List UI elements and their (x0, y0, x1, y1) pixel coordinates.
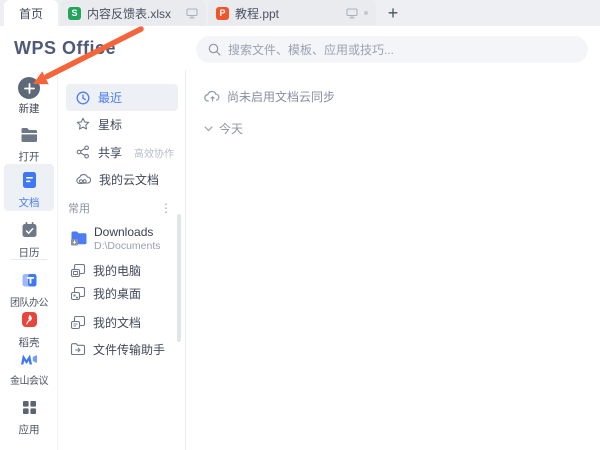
file-transfer-icon (70, 342, 86, 356)
meeting-icon (20, 352, 38, 366)
sidebar-scrollbar[interactable] (177, 214, 181, 342)
main-content: 尚未启用文档云同步 今天 (186, 70, 600, 450)
my-desktop-label: 我的桌面 (93, 285, 141, 302)
sidebar-item-shared[interactable]: 共享 高效协作 (66, 139, 178, 165)
sidebar-item-my-documents[interactable]: 我的文档 (62, 309, 178, 335)
calendar-icon (21, 221, 38, 238)
my-documents-label: 我的文档 (93, 314, 141, 331)
nav-docer-button[interactable]: 稻壳 (0, 309, 58, 350)
document-icon (21, 171, 38, 189)
sidebar-shared-label: 共享 (98, 144, 122, 161)
sidebar-item-starred[interactable]: 星标 (66, 111, 178, 137)
folder-downloads-icon (70, 230, 88, 246)
more-options-icon[interactable]: ⋮ (160, 201, 172, 215)
nav-docs-button[interactable]: 文档 (0, 169, 58, 210)
apps-grid-icon (22, 400, 37, 415)
search-input[interactable] (228, 36, 578, 63)
downloads-path: D:\Documents (94, 240, 161, 252)
common-section-title: 常用 (68, 200, 90, 216)
sidebar-recent-label: 最近 (98, 89, 122, 106)
team-office-icon (21, 272, 38, 288)
tab-presentation[interactable]: P 教程.ppt (208, 0, 376, 26)
spreadsheet-file-icon: S (68, 7, 81, 20)
cloud-sync-notice[interactable]: 尚未启用文档云同步 (204, 88, 335, 105)
desktop-icon (70, 286, 86, 301)
nav-meeting-label: 金山会议 (0, 372, 58, 387)
star-icon (76, 117, 90, 131)
new-tab-button[interactable]: + (380, 0, 406, 26)
search-icon (208, 43, 221, 56)
tab-bar: 首页 S 内容反馈表.xlsx P 教程.ppt + (0, 0, 600, 26)
nav-open-button[interactable]: 打开 (0, 126, 58, 164)
tab-home-label: 首页 (19, 5, 43, 22)
tab-spreadsheet[interactable]: S 内容反馈表.xlsx (60, 0, 206, 26)
docer-leaf-icon (21, 311, 38, 328)
common-section-header: 常用 ⋮ (68, 200, 178, 216)
today-label: 今天 (219, 120, 243, 137)
folder-open-icon (20, 127, 39, 143)
header: WPS Office (0, 26, 600, 70)
nav-apps-button[interactable]: 应用 (0, 398, 58, 437)
sidebar-starred-label: 星标 (98, 116, 122, 133)
share-icon (76, 145, 90, 159)
tab-presentation-label: 教程.ppt (235, 5, 340, 22)
sidebar-cloud-docs-label: 我的云文档 (99, 171, 159, 188)
nav-team-label: 团队办公 (0, 294, 58, 309)
nav-calendar-label: 日历 (0, 245, 58, 260)
chevron-down-icon (204, 126, 213, 132)
file-transfer-label: 文件传输助手 (93, 341, 165, 358)
cloud-sync-icon (204, 90, 220, 103)
sidebar-item-downloads[interactable]: Downloads D:\Documents (62, 222, 178, 258)
today-group-header[interactable]: 今天 (204, 120, 243, 137)
computer-icon (70, 263, 86, 278)
search-box[interactable] (196, 36, 588, 63)
tab-spreadsheet-label: 内容反馈表.xlsx (87, 5, 180, 22)
nav-apps-label: 应用 (0, 422, 58, 437)
nav-open-label: 打开 (0, 149, 58, 164)
downloads-label: Downloads (94, 225, 153, 239)
tab-status-dot (364, 11, 368, 15)
nav-new-button[interactable]: 新建 (0, 70, 58, 110)
nav-docer-label: 稻壳 (0, 335, 58, 350)
share-badge: 高效协作 (134, 145, 174, 160)
tab-home[interactable]: 首页 (4, 0, 58, 26)
my-computer-label: 我的电脑 (93, 262, 141, 279)
monitor-icon (346, 8, 358, 19)
nav-calendar-button[interactable]: 日历 (0, 219, 58, 260)
sidebar-item-recent[interactable]: 最近 (66, 84, 178, 111)
documents-icon (70, 315, 86, 330)
nav-rail: 新建 打开 文档 日历 团队办公 (0, 70, 58, 450)
sidebar: 最近 星标 共享 高效协作 我的云文档 常用 ⋮ (58, 70, 186, 450)
presentation-file-icon: P (216, 7, 229, 20)
plus-circle-icon (18, 77, 40, 99)
monitor-icon (186, 8, 198, 19)
rail-divider (11, 259, 47, 260)
sidebar-item-my-desktop[interactable]: 我的桌面 (62, 280, 178, 306)
nav-new-label: 新建 (0, 101, 58, 116)
nav-docs-label: 文档 (0, 195, 58, 210)
cloud-sync-text: 尚未启用文档云同步 (227, 88, 335, 105)
wps-office-logo: WPS Office (14, 26, 116, 70)
nav-team-button[interactable]: 团队办公 (0, 270, 58, 309)
nav-meeting-button[interactable]: 金山会议 (0, 350, 58, 387)
sidebar-item-file-transfer[interactable]: 文件传输助手 (62, 336, 178, 362)
cloud-icon (76, 173, 91, 185)
clock-icon (76, 91, 90, 105)
sidebar-item-cloud-docs[interactable]: 我的云文档 (66, 166, 178, 192)
